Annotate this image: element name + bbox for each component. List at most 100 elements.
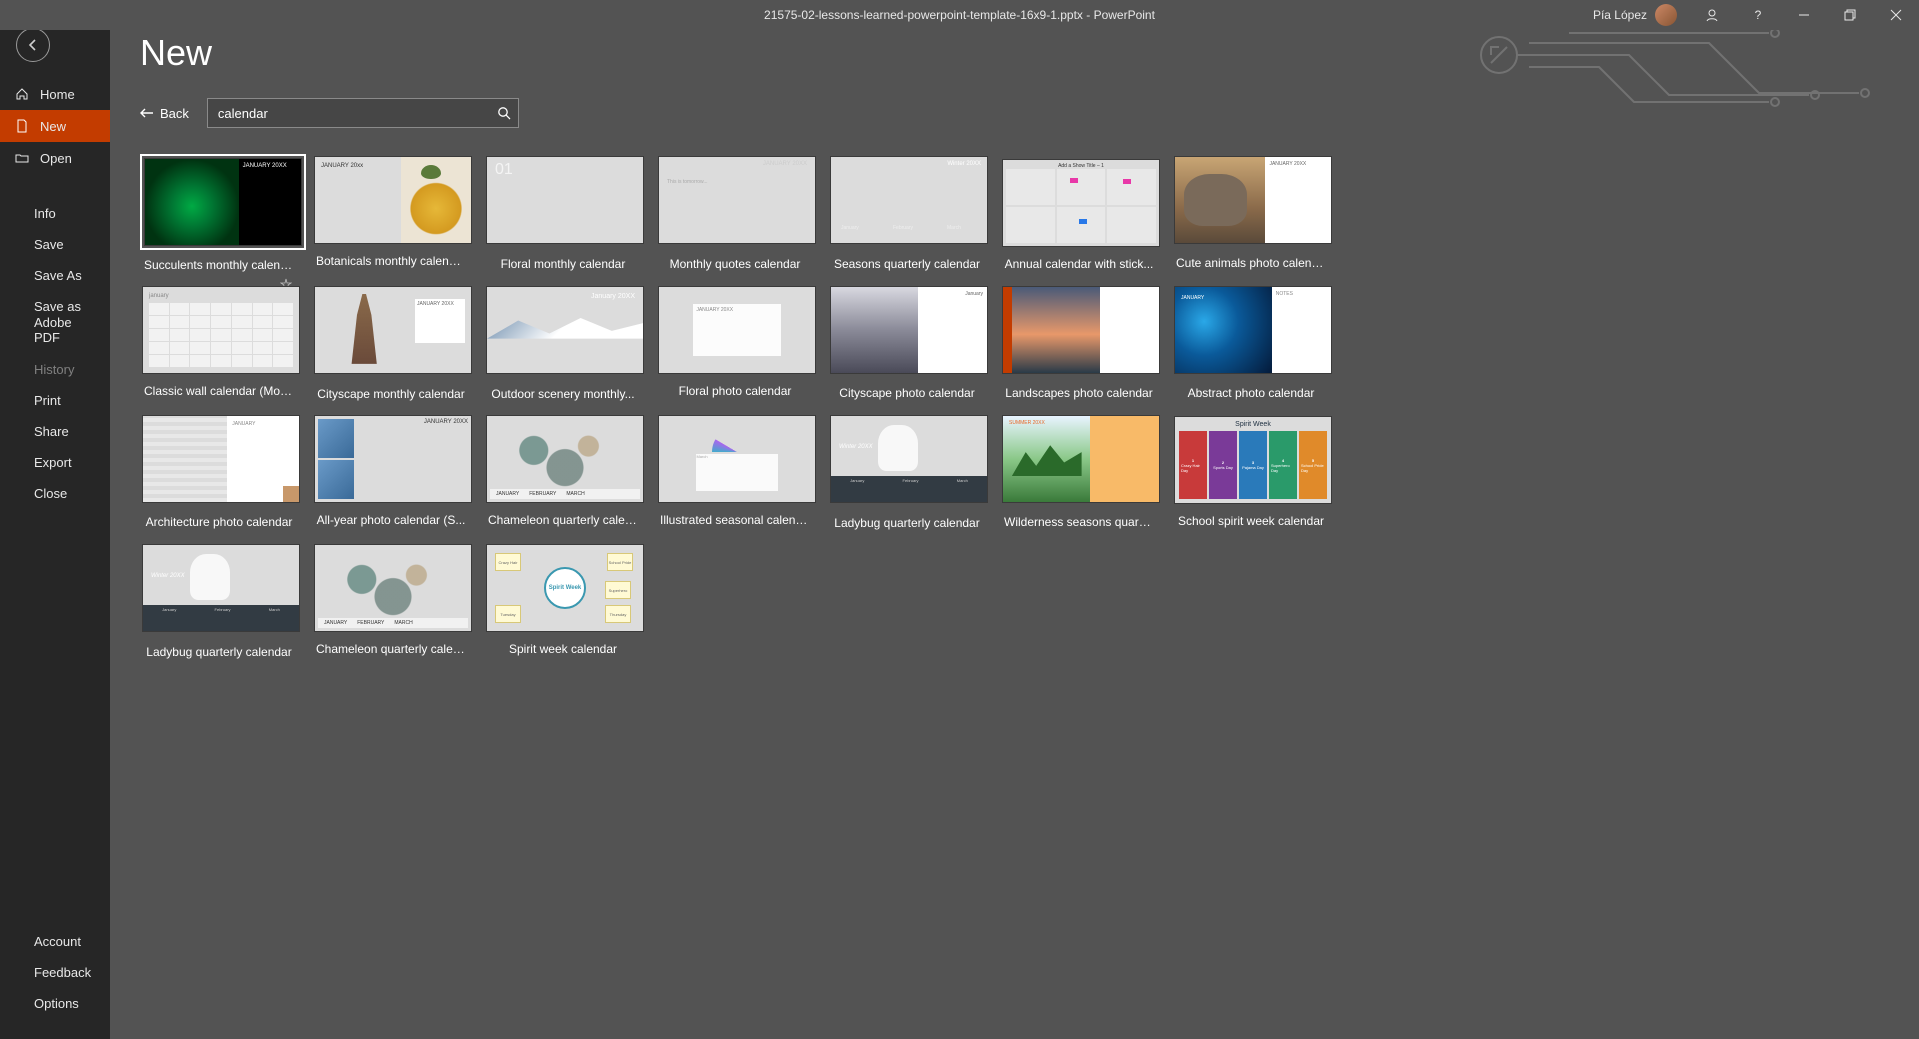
restore-button[interactable] [1827, 0, 1873, 30]
nav-history: History [0, 354, 110, 385]
template-label: Botanicals monthly calendar [312, 254, 470, 268]
nav-export[interactable]: Export [0, 447, 110, 478]
template-tile[interactable]: JANUARYFEBRUARYMARCHChameleon quarterly … [312, 542, 470, 659]
nav-save-adobe-pdf[interactable]: Save as Adobe PDF [0, 291, 110, 354]
search-back-link[interactable]: Back [140, 106, 189, 121]
template-thumb: JANUARY [140, 413, 302, 505]
nav-info[interactable]: Info [0, 198, 110, 229]
nav-close[interactable]: Close [0, 478, 110, 509]
template-label: Monthly quotes calendar [656, 257, 814, 271]
template-label: Annual calendar with stick... [1000, 257, 1158, 271]
minimize-button[interactable] [1781, 0, 1827, 30]
nav-open[interactable]: Open [0, 142, 110, 174]
template-thumb: Winter 20XXJanuaryFebruaryMarch [140, 542, 302, 634]
template-label: Floral monthly calendar [484, 257, 642, 271]
template-tile[interactable]: Spirit WeekCrazy HairSchool PrideTuesday… [484, 542, 642, 659]
template-label: Ladybug quarterly calendar [140, 645, 298, 659]
template-thumb: March [656, 413, 818, 505]
template-tile[interactable]: JANUARY 20XXThis is tomorrow...Monthly q… [656, 154, 814, 272]
template-tile[interactable]: JANUARY 20XXCute animals photo calendar [1172, 154, 1330, 272]
template-tile[interactable]: Wilderness seasons quarter... [1000, 413, 1158, 530]
template-thumb: JANUARY 20XX [140, 154, 306, 250]
nav-new-label: New [40, 119, 66, 134]
document-title: 21575-02-lessons-learned-powerpoint-temp… [764, 8, 1155, 22]
user-avatar[interactable] [1655, 4, 1677, 26]
template-tile[interactable]: NOTESAbstract photo calendar [1172, 284, 1330, 401]
template-tile[interactable]: MarchIllustrated seasonal calenda... [656, 413, 814, 530]
template-tile[interactable]: Winter 20XXJanuaryFebruaryMarchLadybug q… [828, 413, 986, 530]
search-button[interactable] [489, 98, 519, 128]
nav-open-label: Open [40, 151, 72, 166]
template-label: Architecture photo calendar [140, 515, 298, 529]
template-tile[interactable]: Add a Show Title – 1Annual calendar with… [1000, 154, 1158, 272]
template-thumb: JANUARYFEBRUARYMARCH [484, 413, 646, 505]
template-tile[interactable]: Winter 20XXJanuaryFebruaryMarchLadybug q… [140, 542, 298, 659]
template-tile[interactable]: Spirit Week1Crazy Hair Day2Sports Day3Pa… [1172, 413, 1330, 530]
template-tile[interactable]: JANUARY 20XXAll-year photo calendar (S..… [312, 413, 470, 530]
template-tile[interactable]: JanuaryCityscape photo calendar [828, 284, 986, 401]
nav-options[interactable]: Options [0, 988, 110, 1019]
template-tile[interactable]: JANUARYFEBRUARYMARCHChameleon quarterly … [484, 413, 642, 530]
template-label: Cute animals photo calendar [1172, 256, 1330, 270]
template-thumb: JANUARY 20XX [312, 284, 474, 376]
template-thumb: JANUARY 20XX [656, 284, 818, 376]
nav-home[interactable]: Home [0, 78, 110, 110]
template-label: Abstract photo calendar [1172, 386, 1330, 400]
main-area: New Back JANUARY 20XXSucculents monthly … [110, 0, 1919, 1039]
template-tile[interactable]: JANUARY 20XXFloral photo calendar [656, 284, 814, 401]
nav-feedback[interactable]: Feedback [0, 957, 110, 988]
template-thumb [484, 154, 646, 246]
nav-save[interactable]: Save [0, 229, 110, 260]
titlebar-controls: Pía López ? [1585, 0, 1919, 30]
template-thumb: Add a Show Title – 1 [1000, 157, 1162, 249]
template-label: Succulents monthly calendar [140, 258, 298, 272]
nav-share[interactable]: Share [0, 416, 110, 447]
template-search-input[interactable] [207, 98, 519, 128]
nav-save-as[interactable]: Save As [0, 260, 110, 291]
template-tile[interactable]: JANUARY 20XXCityscape monthly calendar [312, 284, 470, 401]
search-back-label: Back [160, 106, 189, 121]
close-button[interactable] [1873, 0, 1919, 30]
search-icon [497, 106, 511, 120]
template-tile[interactable]: JANUARYArchitecture photo calendar [140, 413, 298, 530]
template-label: Illustrated seasonal calenda... [656, 513, 814, 527]
help-icon[interactable]: ? [1735, 0, 1781, 30]
template-thumb: JANUARY 20XX [312, 413, 474, 505]
template-label: Chameleon quarterly calen... [312, 642, 470, 656]
coming-soon-icon[interactable] [1689, 0, 1735, 30]
template-tile[interactable]: Landscapes photo calendar [1000, 284, 1158, 401]
template-thumb [1000, 284, 1162, 376]
template-tile[interactable]: JANUARY 20XXSucculents monthly calendar [140, 154, 298, 272]
template-thumb: january [140, 284, 302, 376]
back-button[interactable] [16, 28, 50, 62]
home-icon [14, 86, 30, 102]
template-label: Chameleon quarterly calen... [484, 513, 642, 527]
template-tile[interactable]: JANUARY 20xxBotanicals monthly calendar [312, 154, 470, 272]
template-label: Cityscape photo calendar [828, 386, 986, 400]
open-icon [14, 150, 30, 166]
template-search-box [207, 98, 519, 128]
template-label: Outdoor scenery monthly... [484, 387, 642, 401]
template-tile[interactable]: januaryClassic wall calendar (Mon-... [140, 284, 298, 401]
nav-print[interactable]: Print [0, 385, 110, 416]
template-thumb: JANUARY 20XX [1172, 154, 1334, 246]
template-label: Classic wall calendar (Mon-... [140, 384, 298, 398]
template-thumb: January [828, 284, 990, 376]
nav-new[interactable]: New [0, 110, 110, 142]
template-label: Cityscape monthly calendar [312, 387, 470, 401]
template-thumb: Spirit WeekCrazy HairSchool PrideTuesday… [484, 542, 646, 634]
template-grid: JANUARY 20XXSucculents monthly calendarJ… [140, 154, 1360, 659]
template-label: Ladybug quarterly calendar [828, 516, 986, 530]
template-thumb: Winter 20XXJanuaryFebruaryMarch [828, 154, 990, 246]
template-label: Landscapes photo calendar [1000, 386, 1158, 400]
template-label: All-year photo calendar (S... [312, 513, 470, 527]
template-tile[interactable]: Floral monthly calendar [484, 154, 642, 272]
nav-account[interactable]: Account [0, 926, 110, 957]
nav-home-label: Home [40, 87, 75, 102]
template-tile[interactable]: Winter 20XXJanuaryFebruaryMarchSeasons q… [828, 154, 986, 272]
template-thumb: JANUARY 20xx [312, 154, 474, 246]
user-name[interactable]: Pía López [1585, 8, 1655, 22]
template-thumb: JANUARYFEBRUARYMARCH [312, 542, 474, 634]
title-bar: 21575-02-lessons-learned-powerpoint-temp… [0, 0, 1919, 30]
template-tile[interactable]: January 20XXOutdoor scenery monthly... [484, 284, 642, 401]
